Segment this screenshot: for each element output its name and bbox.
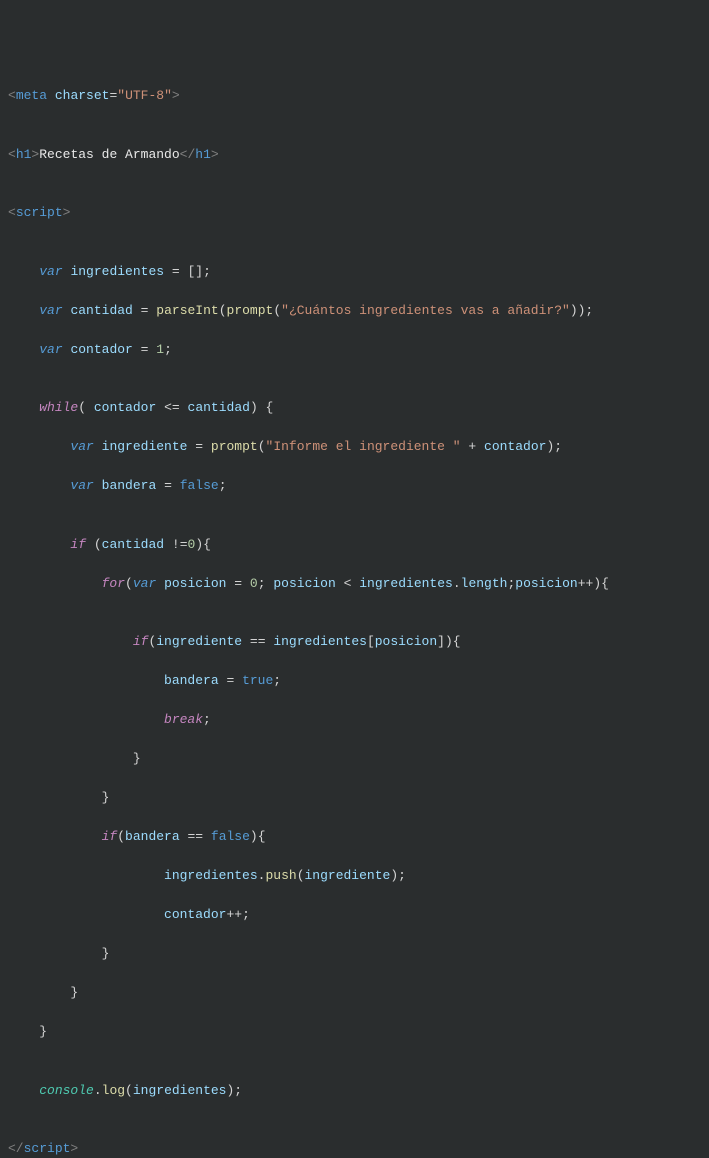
code-line: <meta charset="UTF-8">: [8, 86, 701, 106]
code-line: <script>: [8, 203, 701, 223]
code-line: if(ingrediente == ingredientes[posicion]…: [8, 632, 701, 652]
code-line: contador++;: [8, 905, 701, 925]
code-line: </script>: [8, 1139, 701, 1158]
code-line: }: [8, 983, 701, 1003]
code-line: var ingredientes = [];: [8, 262, 701, 282]
code-line: break;: [8, 710, 701, 730]
code-line: var ingrediente = prompt("Informe el ing…: [8, 437, 701, 457]
code-line: if(bandera == false){: [8, 827, 701, 847]
code-line: if (cantidad !=0){: [8, 535, 701, 555]
code-line: while( contador <= cantidad) {: [8, 398, 701, 418]
code-line: <h1>Recetas de Armando</h1>: [8, 145, 701, 165]
code-line: var bandera = false;: [8, 476, 701, 496]
code-line: }: [8, 1022, 701, 1042]
code-line: }: [8, 788, 701, 808]
code-line: for(var posicion = 0; posicion < ingredi…: [8, 574, 701, 594]
code-line: }: [8, 944, 701, 964]
code-editor[interactable]: <meta charset="UTF-8"> <h1>Recetas de Ar…: [8, 86, 701, 1158]
code-line: var cantidad = parseInt(prompt("¿Cuántos…: [8, 301, 701, 321]
code-line: var contador = 1;: [8, 340, 701, 360]
code-line: }: [8, 749, 701, 769]
code-line: bandera = true;: [8, 671, 701, 691]
code-line: console.log(ingredientes);: [8, 1081, 701, 1101]
code-line: ingredientes.push(ingrediente);: [8, 866, 701, 886]
